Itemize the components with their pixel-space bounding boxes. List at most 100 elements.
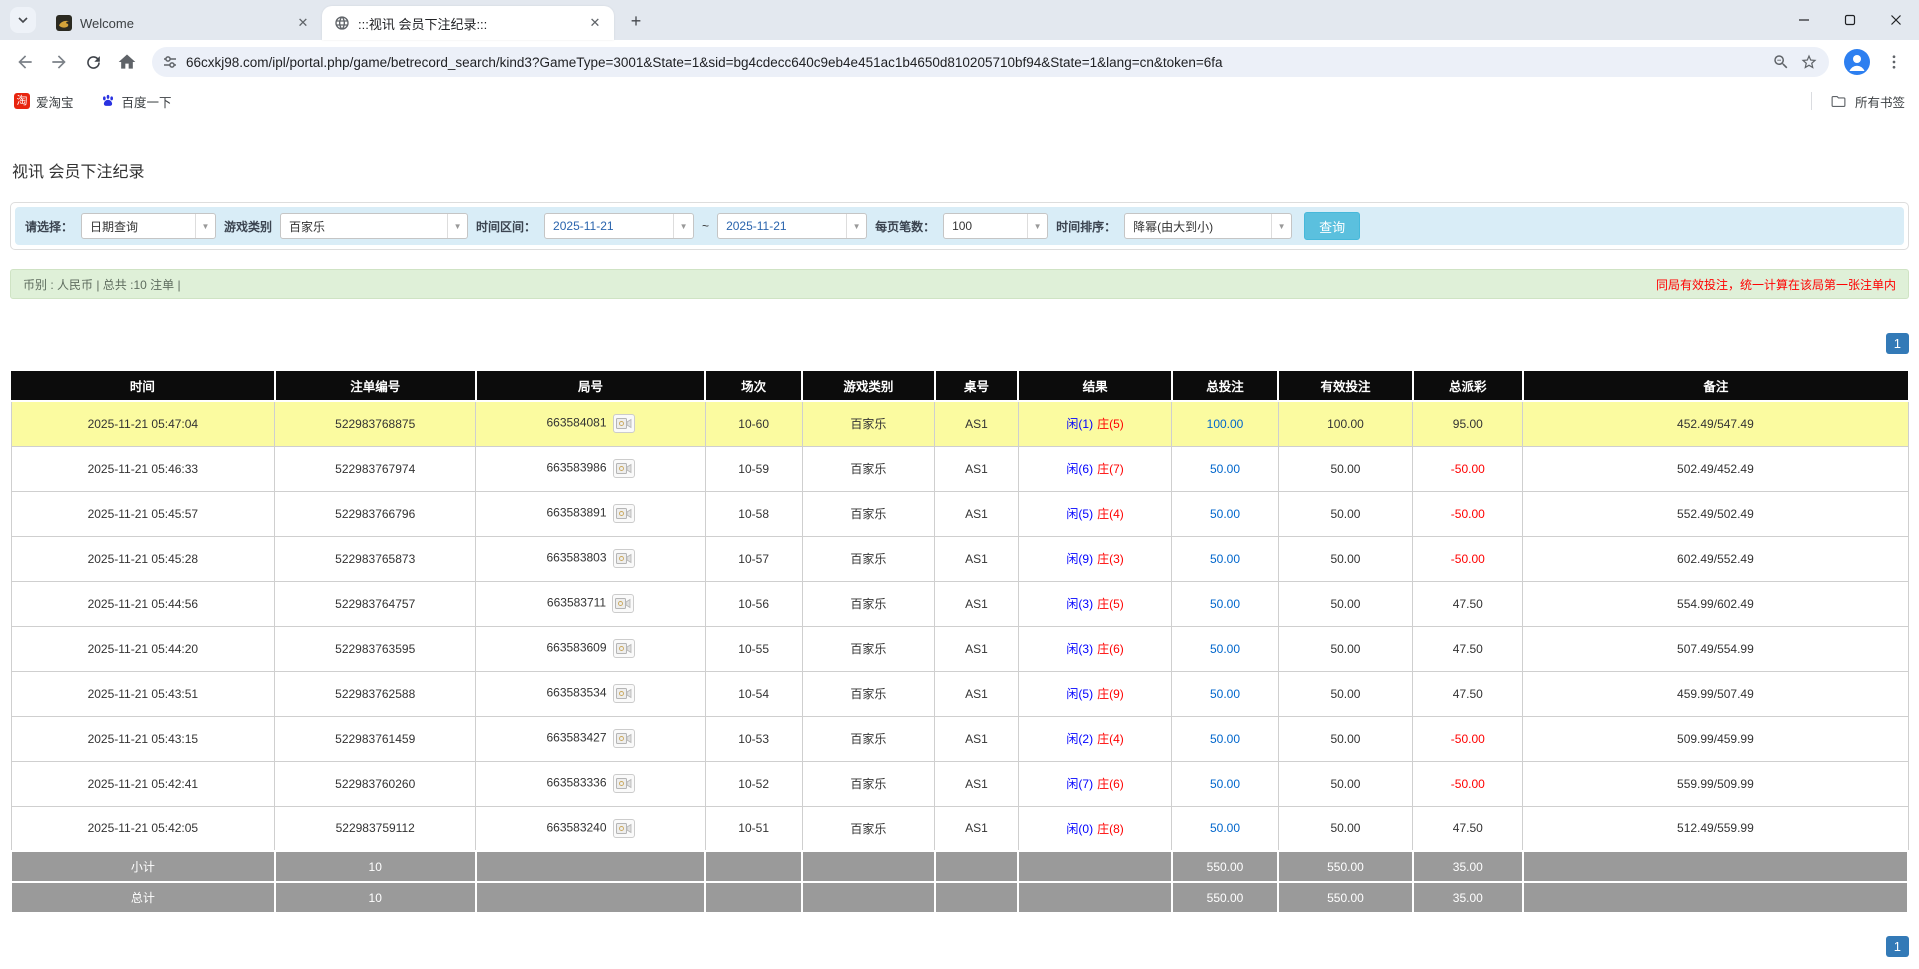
total-bet-link[interactable]: 100.00 xyxy=(1207,417,1244,431)
bookmark-taobao[interactable]: 淘 爱淘宝 xyxy=(14,92,74,111)
video-replay-icon[interactable] xyxy=(613,774,635,793)
bet-records-table: 时间注单编号局号场次游戏类别桌号结果总投注有效投注总派彩备注 2025-11-2… xyxy=(10,371,1909,914)
total-bet-link[interactable]: 50.00 xyxy=(1210,732,1240,746)
cell-total-bet: 50.00 xyxy=(1172,716,1278,761)
close-icon[interactable]: ✕ xyxy=(294,14,312,32)
url-bar[interactable]: 66cxkj98.com/ipl/portal.php/game/betreco… xyxy=(152,47,1829,77)
profile-avatar[interactable] xyxy=(1843,48,1871,76)
footer-empty-cell xyxy=(802,882,935,913)
column-header: 游戏类别 xyxy=(802,371,935,401)
result-banker: 庄(7) xyxy=(1097,462,1124,476)
cell-payout: 47.50 xyxy=(1413,806,1523,851)
page-size-select[interactable]: 100 ▼ xyxy=(943,213,1048,239)
cell-round-id: 663583986 xyxy=(476,446,706,491)
forward-button[interactable] xyxy=(42,45,76,79)
cell-game-type: 百家乐 xyxy=(802,626,935,671)
site-settings-icon[interactable] xyxy=(162,54,178,70)
total-row: 总计10550.00550.0035.00 xyxy=(11,882,1908,913)
result-banker: 庄(5) xyxy=(1097,417,1124,431)
close-icon[interactable]: ✕ xyxy=(586,14,604,32)
cell-table-no: AS1 xyxy=(935,446,1018,491)
menu-button[interactable] xyxy=(1877,45,1911,79)
result-banker: 庄(4) xyxy=(1097,507,1124,521)
reload-button[interactable] xyxy=(76,45,110,79)
video-replay-icon[interactable] xyxy=(613,819,635,838)
cell-bet-id: 522983764757 xyxy=(275,581,476,626)
column-header: 结果 xyxy=(1018,371,1172,401)
game-type-select[interactable]: 百家乐 ▼ xyxy=(280,213,468,239)
url-text[interactable]: 66cxkj98.com/ipl/portal.php/game/betreco… xyxy=(186,55,1759,70)
tab-welcome[interactable]: Welcome ✕ xyxy=(44,6,322,40)
cell-bet-id: 522983762588 xyxy=(275,671,476,716)
date-to-select[interactable]: 2025-11-21 ▼ xyxy=(717,213,867,239)
cell-valid-bet: 50.00 xyxy=(1278,761,1413,806)
cell-valid-bet: 50.00 xyxy=(1278,626,1413,671)
round-id-text: 663583336 xyxy=(546,776,606,790)
result-banker: 庄(6) xyxy=(1097,777,1124,791)
minimize-button[interactable] xyxy=(1781,0,1827,40)
footer-payout: 35.00 xyxy=(1413,851,1523,882)
cell-round-id: 663583803 xyxy=(476,536,706,581)
all-bookmarks-button[interactable]: 所有书签 xyxy=(1811,92,1905,111)
dragon-favicon xyxy=(56,15,72,31)
cell-note: 554.99/602.49 xyxy=(1523,581,1908,626)
result-player: 闲(6) xyxy=(1066,462,1093,476)
bookmark-button[interactable] xyxy=(1795,48,1823,76)
video-replay-icon[interactable] xyxy=(613,414,635,433)
cell-total-bet: 50.00 xyxy=(1172,761,1278,806)
filter-label-query-type: 请选择： xyxy=(25,218,73,235)
date-from-select[interactable]: 2025-11-21 ▼ xyxy=(544,213,694,239)
footer-empty-cell xyxy=(1018,882,1172,913)
video-replay-icon[interactable] xyxy=(612,594,634,613)
video-replay-icon[interactable] xyxy=(613,684,635,703)
video-replay-icon[interactable] xyxy=(613,549,635,568)
zoom-button[interactable] xyxy=(1767,48,1795,76)
cell-total-bet: 50.00 xyxy=(1172,671,1278,716)
sort-order-select[interactable]: 降幂(由大到小) ▼ xyxy=(1124,213,1292,239)
total-bet-link[interactable]: 50.00 xyxy=(1210,462,1240,476)
total-bet-link[interactable]: 50.00 xyxy=(1210,507,1240,521)
cell-result: 闲(1)庄(5) xyxy=(1018,401,1172,446)
video-replay-icon[interactable] xyxy=(613,639,635,658)
maximize-button[interactable] xyxy=(1827,0,1873,40)
column-header: 场次 xyxy=(705,371,802,401)
cell-game-type: 百家乐 xyxy=(802,671,935,716)
cell-session: 10-59 xyxy=(705,446,802,491)
new-tab-button[interactable]: + xyxy=(622,7,650,35)
video-replay-icon[interactable] xyxy=(613,504,635,523)
tab-betrecord[interactable]: :::视讯 会员下注纪录::: ✕ xyxy=(322,6,614,40)
cell-game-type: 百家乐 xyxy=(802,446,935,491)
search-button[interactable]: 查询 xyxy=(1304,212,1360,240)
pagination-page-1[interactable]: 1 xyxy=(1886,333,1909,354)
total-bet-link[interactable]: 50.00 xyxy=(1210,821,1240,835)
video-camera-icon xyxy=(616,507,632,520)
cell-result: 闲(5)庄(4) xyxy=(1018,491,1172,536)
total-bet-link[interactable]: 50.00 xyxy=(1210,687,1240,701)
video-camera-icon xyxy=(616,552,632,565)
total-bet-link[interactable]: 50.00 xyxy=(1210,777,1240,791)
table-row: 2025-11-21 05:46:33522983767974663583986… xyxy=(11,446,1908,491)
footer-label: 小计 xyxy=(11,851,275,882)
footer-total-bet: 550.00 xyxy=(1172,882,1278,913)
close-window-button[interactable] xyxy=(1873,0,1919,40)
back-button[interactable] xyxy=(8,45,42,79)
page-content: 视讯 会员下注纪录 请选择： 日期查询 ▼ 游戏类别 百家乐 ▼ 时间区间： 2… xyxy=(0,158,1919,957)
column-header: 时间 xyxy=(11,371,275,401)
bookmark-baidu[interactable]: 百度一下 xyxy=(100,92,172,111)
column-header: 注单编号 xyxy=(275,371,476,401)
cell-session: 10-58 xyxy=(705,491,802,536)
cell-session: 10-60 xyxy=(705,401,802,446)
total-bet-link[interactable]: 50.00 xyxy=(1210,552,1240,566)
total-bet-link[interactable]: 50.00 xyxy=(1210,642,1240,656)
query-type-select[interactable]: 日期查询 ▼ xyxy=(81,213,216,239)
total-bet-link[interactable]: 50.00 xyxy=(1210,597,1240,611)
video-replay-icon[interactable] xyxy=(613,729,635,748)
footer-count: 10 xyxy=(275,851,476,882)
pagination-page-1[interactable]: 1 xyxy=(1886,936,1909,957)
result-banker: 庄(9) xyxy=(1097,687,1124,701)
cell-game-type: 百家乐 xyxy=(802,491,935,536)
cell-bet-id: 522983759112 xyxy=(275,806,476,851)
tab-search-button[interactable] xyxy=(10,7,36,33)
video-replay-icon[interactable] xyxy=(613,459,635,478)
home-button[interactable] xyxy=(110,45,144,79)
